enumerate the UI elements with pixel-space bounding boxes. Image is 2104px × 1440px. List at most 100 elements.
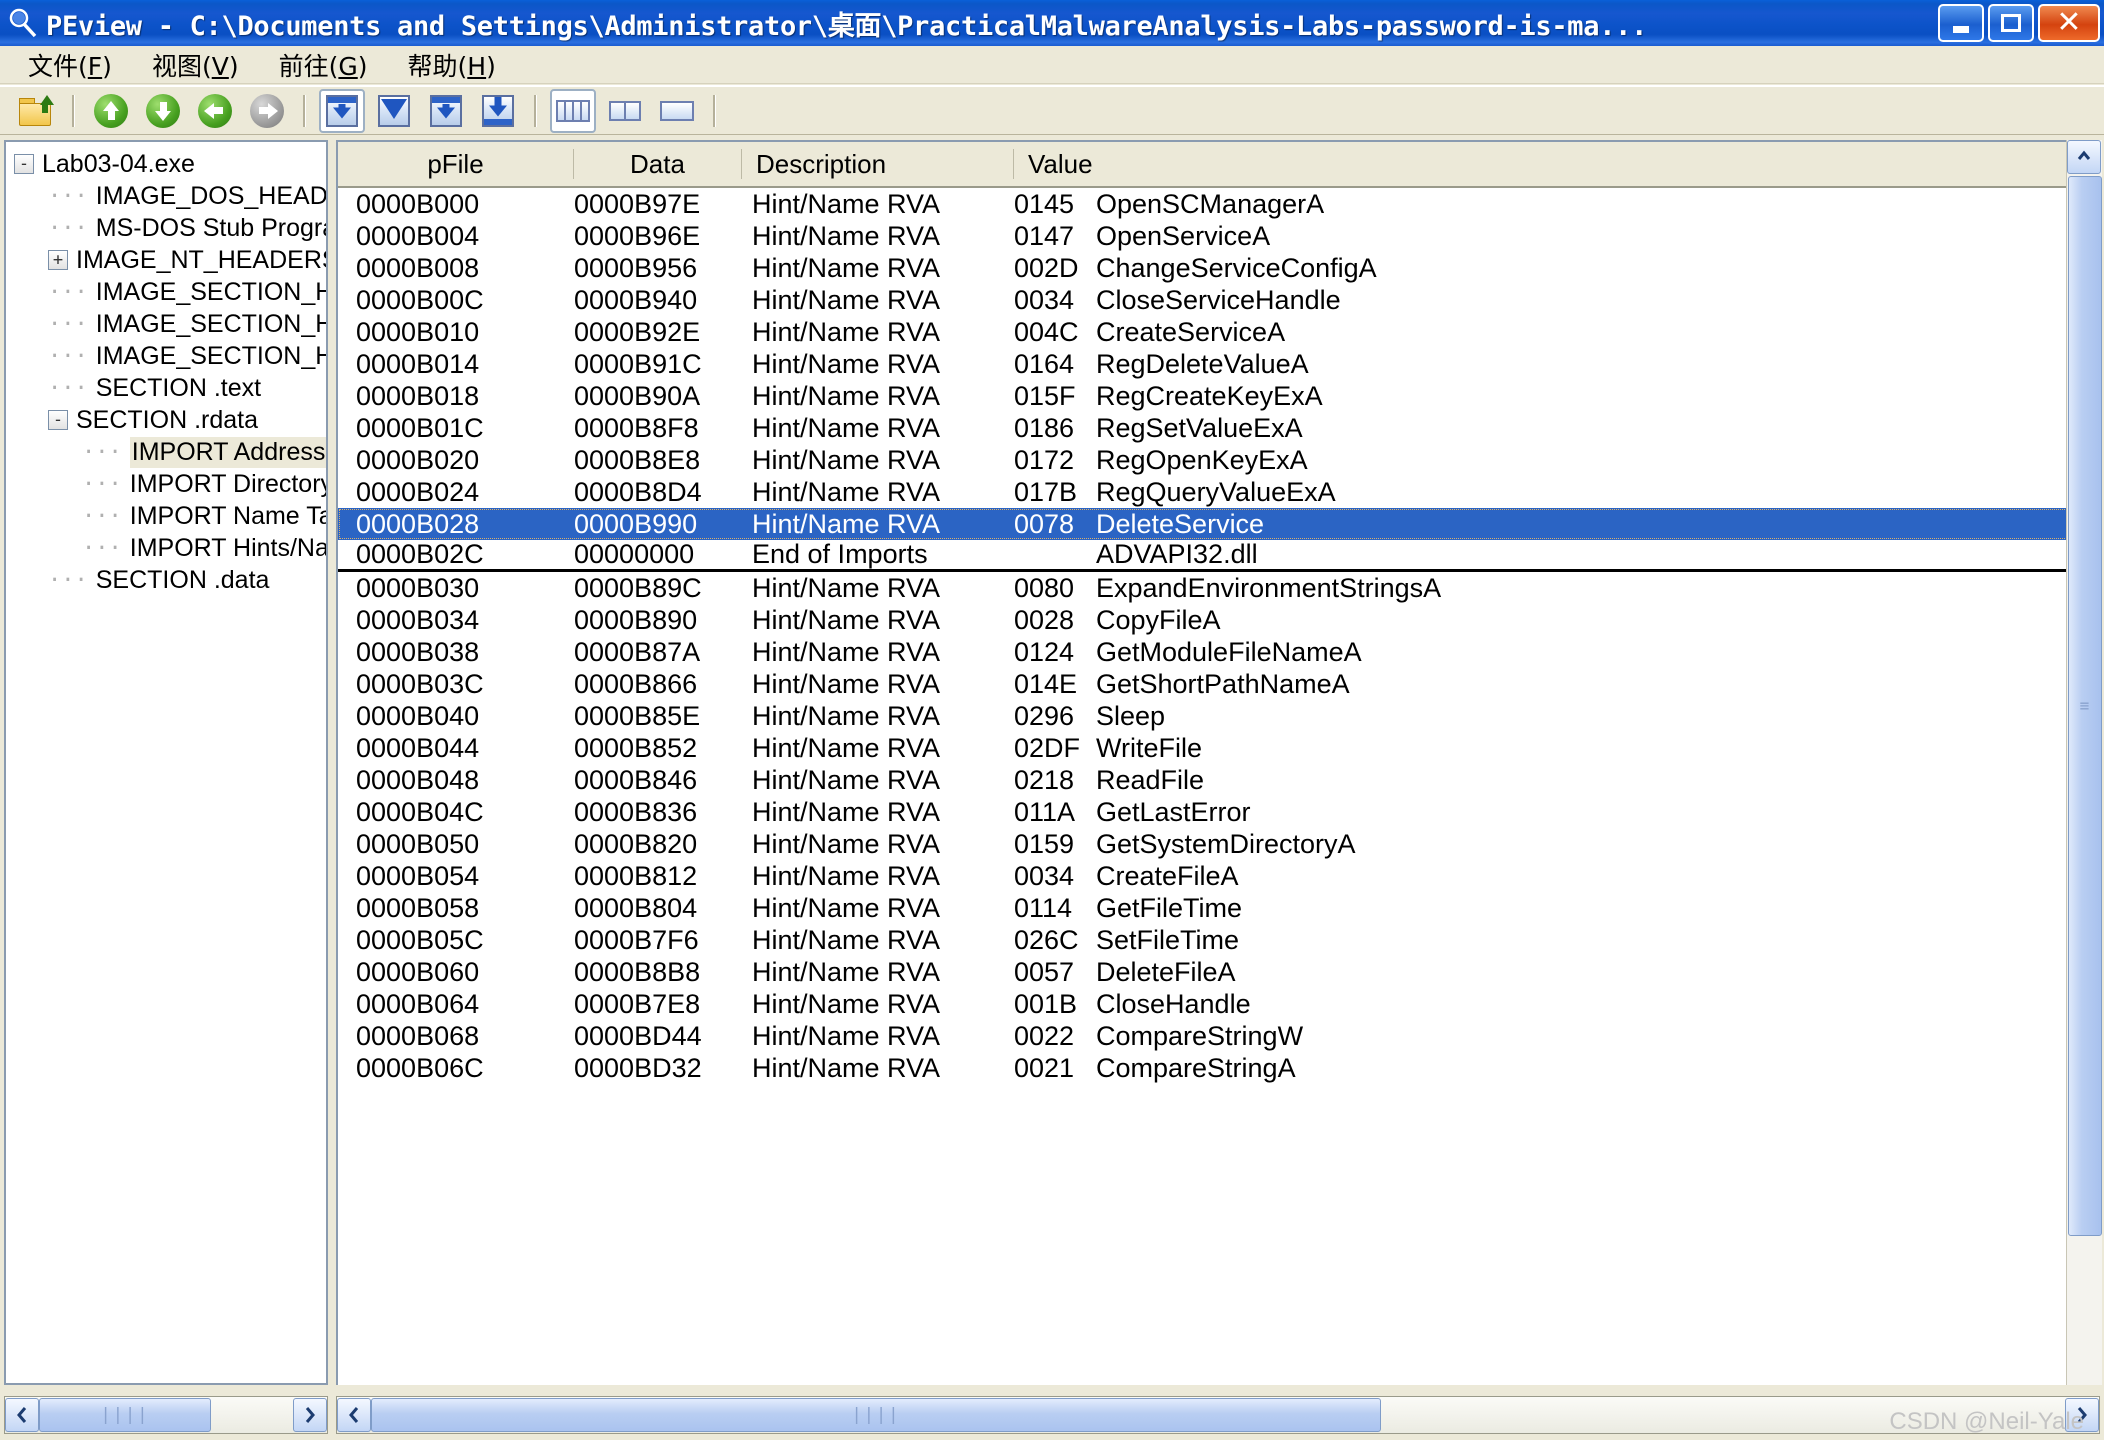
go-up-button[interactable]: [88, 89, 134, 133]
view-next-button[interactable]: [371, 89, 417, 133]
table-row[interactable]: 0000B068 0000BD44 Hint/Name RVA 0022 Compare…: [338, 1020, 2100, 1052]
go-forward-button[interactable]: [244, 89, 290, 133]
tree-item[interactable]: ··· IMPORT Name Table: [14, 500, 326, 532]
vertical-scroll-thumb[interactable]: ≡: [2068, 176, 2102, 1236]
maximize-button[interactable]: [1988, 4, 2034, 42]
layout-two-pane-icon: [609, 100, 641, 121]
table-row[interactable]: 0000B044 0000B852 Hint/Name RVA 02DF WriteFi…: [338, 732, 2100, 764]
table-row[interactable]: 0000B01C 0000B8F8 Hint/Name RVA 0186 RegSetV…: [338, 412, 2100, 444]
tree-root-item[interactable]: - Lab03-04.exe: [14, 148, 326, 180]
collapse-toggle-icon[interactable]: -: [48, 410, 68, 430]
table-row[interactable]: 0000B024 0000B8D4 Hint/Name RVA 017B RegQuer…: [338, 476, 2100, 508]
table-scroll-track[interactable]: ||||: [371, 1398, 2065, 1432]
table-row[interactable]: 0000B018 0000B90A Hint/Name RVA 015F RegCrea…: [338, 380, 2100, 412]
tree-item[interactable]: ··· SECTION .text: [14, 372, 326, 404]
table-vertical-scrollbar[interactable]: ≡: [2066, 140, 2102, 1385]
structure-tree-panel[interactable]: -Lab03-04.exe···IMAGE_DOS_HEADER···MS-DO…: [4, 140, 328, 1385]
expand-toggle-icon[interactable]: +: [48, 250, 68, 270]
menu-help[interactable]: 帮助(H): [388, 47, 516, 83]
table-row[interactable]: 0000B038 0000B87A Hint/Name RVA 0124 GetModu…: [338, 636, 2100, 668]
scroll-up-button[interactable]: [2067, 140, 2101, 174]
table-rows: 0000B000 0000B97E Hint/Name RVA 0145 OpenSCM…: [338, 188, 2100, 1084]
menu-goto[interactable]: 前往(G): [259, 47, 388, 83]
go-back-icon: [198, 93, 232, 128]
cell-data: 0000B7E8: [574, 988, 701, 1019]
table-row[interactable]: 0000B034 0000B890 Hint/Name RVA 0028 CopyFil…: [338, 604, 2100, 636]
tree-item[interactable]: ··· SECTION .data: [14, 564, 326, 596]
cell-description: Hint/Name RVA: [752, 700, 941, 731]
table-row[interactable]: 0000B000 0000B97E Hint/Name RVA 0145 OpenSCM…: [338, 188, 2100, 220]
collapse-toggle-icon[interactable]: -: [14, 154, 34, 174]
table-row[interactable]: 0000B03C 0000B866 Hint/Name RVA 014E GetShor…: [338, 668, 2100, 700]
table-row[interactable]: 0000B008 0000B956 Hint/Name RVA 002D ChangeS…: [338, 252, 2100, 284]
table-row[interactable]: 0000B040 0000B85E Hint/Name RVA 0296 Sleep: [338, 700, 2100, 732]
table-row[interactable]: 0000B050 0000B820 Hint/Name RVA 0159 GetSyst…: [338, 828, 2100, 860]
view-first-button[interactable]: [319, 88, 365, 133]
tree-item[interactable]: ··· IMPORT Address Tab: [14, 436, 326, 468]
go-forward-icon: [250, 93, 284, 128]
table-row[interactable]: 0000B00C 0000B940 Hint/Name RVA 0034 CloseSe…: [338, 284, 2100, 316]
tree-scroll-right-button[interactable]: [293, 1398, 327, 1432]
tree-item[interactable]: ··· IMAGE_DOS_HEADER: [14, 180, 326, 212]
view-prev-button[interactable]: [423, 89, 469, 133]
go-down-button[interactable]: [140, 89, 186, 133]
cell-value-hint: 0078: [1014, 508, 1075, 539]
layout-two-pane-button[interactable]: [602, 89, 648, 133]
data-table-panel[interactable]: pFile Data Description Value 0000B000 000…: [336, 140, 2100, 1385]
menu-view[interactable]: 视图(V): [132, 47, 259, 83]
table-row[interactable]: 0000B020 0000B8E8 Hint/Name RVA 0172 RegOpen…: [338, 444, 2100, 476]
tree-item[interactable]: ··· IMPORT Directory Ta: [14, 468, 326, 500]
tree-branch-line: ···: [48, 279, 88, 305]
tree-item[interactable]: ··· IMAGE_SECTION_HEAI: [14, 340, 326, 372]
table-row[interactable]: 0000B014 0000B91C Hint/Name RVA 0164 RegDele…: [338, 348, 2100, 380]
table-row[interactable]: 0000B054 0000B812 Hint/Name RVA 0034 CreateF…: [338, 860, 2100, 892]
tree-item[interactable]: + IMAGE_NT_HEADERS: [14, 244, 326, 276]
menu-file[interactable]: 文件(F): [8, 47, 132, 83]
table-row[interactable]: 0000B060 0000B8B8 Hint/Name RVA 0057 DeleteF…: [338, 956, 2100, 988]
column-header-value[interactable]: Value: [1014, 149, 2100, 179]
table-scroll-left-button[interactable]: [337, 1398, 371, 1432]
table-row[interactable]: 0000B064 0000B7E8 Hint/Name RVA 001B CloseHa…: [338, 988, 2100, 1020]
cell-pfile: 0000B038: [356, 636, 480, 667]
layout-single-pane-button[interactable]: [654, 89, 700, 133]
layout-columns-button[interactable]: [550, 88, 596, 133]
tree-item[interactable]: ··· IMAGE_SECTION_HEAI: [14, 276, 326, 308]
tree-item[interactable]: ··· MS-DOS Stub Program: [14, 212, 326, 244]
cell-value-hint: 0124: [1014, 636, 1075, 667]
tree-scroll-left-button[interactable]: [5, 1398, 39, 1432]
tree-item[interactable]: ··· IMAGE_SECTION_HEAI: [14, 308, 326, 340]
table-row[interactable]: 0000B010 0000B92E Hint/Name RVA 004C CreateS…: [338, 316, 2100, 348]
tree-scroll-track[interactable]: ||||: [39, 1398, 293, 1432]
table-row[interactable]: 0000B004 0000B96E Hint/Name RVA 0147 OpenSer…: [338, 220, 2100, 252]
table-row[interactable]: 0000B02C 00000000 End of Imports ADVAPI32.d…: [338, 539, 2100, 572]
cell-value: 0022 CompareStringW: [1014, 1021, 2100, 1052]
table-row[interactable]: 0000B04C 0000B836 Hint/Name RVA 011A GetLast…: [338, 796, 2100, 828]
minimize-button[interactable]: [1938, 4, 1984, 42]
tree-horizontal-scrollbar[interactable]: ||||: [4, 1396, 328, 1434]
cell-value-name: ExpandEnvironmentStringsA: [1096, 572, 1442, 603]
view-next-icon: [378, 94, 410, 127]
table-row[interactable]: 0000B06C 0000BD32 Hint/Name RVA 0021 Compare…: [338, 1052, 2100, 1084]
tree-scroll-thumb[interactable]: ||||: [39, 1398, 211, 1432]
table-row[interactable]: 0000B048 0000B846 Hint/Name RVA 0218 ReadFil…: [338, 764, 2100, 796]
column-header-data[interactable]: Data: [574, 149, 742, 179]
tree-item[interactable]: ··· IMPORT Hints/Name: [14, 532, 326, 564]
go-back-button[interactable]: [192, 89, 238, 133]
view-last-button[interactable]: [475, 89, 521, 133]
table-scroll-right-button[interactable]: [2065, 1398, 2099, 1432]
table-row[interactable]: 0000B05C 0000B7F6 Hint/Name RVA 026C SetFile…: [338, 924, 2100, 956]
open-file-button[interactable]: [13, 89, 59, 133]
tree-item[interactable]: - SECTION .rdata: [14, 404, 326, 436]
table-row[interactable]: 0000B028 0000B990 Hint/Name RVA 0078 DeleteS…: [338, 508, 2100, 540]
column-header-pfile[interactable]: pFile: [338, 149, 574, 179]
table-row[interactable]: 0000B058 0000B804 Hint/Name RVA 0114 GetFile…: [338, 892, 2100, 924]
table-scroll-thumb[interactable]: ||||: [371, 1398, 1381, 1432]
table-row[interactable]: 0000B030 0000B89C Hint/Name RVA 0080 ExpandE…: [338, 572, 2100, 604]
cell-value-name: CopyFileA: [1096, 604, 1221, 635]
close-button[interactable]: ✕: [2038, 4, 2100, 42]
column-header-description[interactable]: Description: [742, 149, 1014, 179]
tree-item-label: IMPORT Hints/Name: [129, 533, 328, 562]
cell-value-hint: 0172: [1014, 444, 1075, 475]
table-horizontal-scrollbar[interactable]: ||||: [336, 1396, 2100, 1434]
cell-value-hint: 0164: [1014, 348, 1075, 379]
